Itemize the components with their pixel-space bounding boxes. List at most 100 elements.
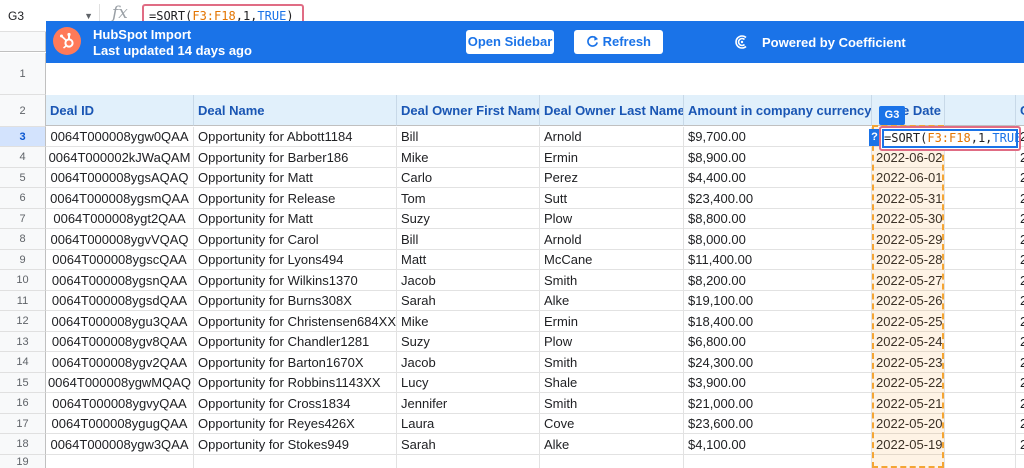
cell-d13[interactable]: Plow — [540, 332, 684, 352]
cell-e3[interactable]: $9,700.00 — [684, 127, 872, 147]
cell-e14[interactable]: $24,300.00 — [684, 352, 872, 373]
select-all-corner[interactable] — [0, 32, 46, 52]
cell-b8[interactable]: Opportunity for Carol — [194, 229, 397, 250]
cell-b5[interactable]: Opportunity for Matt — [194, 168, 397, 188]
cell-h16[interactable]: 2 — [1016, 393, 1024, 414]
cell-e6[interactable]: $23,400.00 — [684, 188, 872, 209]
cell-b7[interactable]: Opportunity for Matt — [194, 209, 397, 229]
cell-e11[interactable]: $19,100.00 — [684, 291, 872, 311]
cell-h5[interactable]: 2 — [1016, 168, 1024, 188]
cell-b3[interactable]: Opportunity for Abbott1184 — [194, 127, 397, 147]
cell-f18[interactable]: 2022-05-19 — [872, 434, 945, 455]
row-header-6[interactable]: 6 — [0, 188, 46, 209]
cell-a9[interactable]: 0064T000008ygscQAA — [46, 250, 194, 270]
cell-a8[interactable]: 0064T000008ygvVQAQ — [46, 229, 194, 250]
cell-e9[interactable]: $11,400.00 — [684, 250, 872, 270]
cell-d17[interactable]: Cove — [540, 414, 684, 434]
cell-a10[interactable]: 0064T000008ygsnQAA — [46, 270, 194, 291]
cell-d14[interactable]: Smith — [540, 352, 684, 373]
cell-a7[interactable]: 0064T000008ygt2QAA — [46, 209, 194, 229]
cell-a5[interactable]: 0064T000008ygsAQAQ — [46, 168, 194, 188]
cell-d19[interactable] — [540, 455, 684, 468]
cell-f17[interactable]: 2022-05-20 — [872, 414, 945, 434]
cell-g16[interactable] — [945, 393, 1016, 414]
cell-d12[interactable]: Ermin — [540, 311, 684, 332]
cell-g5[interactable] — [945, 168, 1016, 188]
cell-b18[interactable]: Opportunity for Stokes949 — [194, 434, 397, 455]
cell-a13[interactable]: 0064T000008ygv8QAA — [46, 332, 194, 352]
cell-e16[interactable]: $21,000.00 — [684, 393, 872, 414]
cell-c14[interactable]: Jacob — [397, 352, 540, 373]
cell-b14[interactable]: Opportunity for Barton1670X — [194, 352, 397, 373]
cell-d11[interactable]: Alke — [540, 291, 684, 311]
cell-e19[interactable] — [684, 455, 872, 468]
cell-e13[interactable]: $6,800.00 — [684, 332, 872, 352]
cell-a16[interactable]: 0064T000008ygvyQAA — [46, 393, 194, 414]
cell-g19[interactable] — [945, 455, 1016, 468]
cell-a17[interactable]: 0064T000008ygugQAA — [46, 414, 194, 434]
cell-d10[interactable]: Smith — [540, 270, 684, 291]
cell-d16[interactable]: Smith — [540, 393, 684, 414]
cell-h14[interactable]: 2 — [1016, 352, 1024, 373]
cell-a11[interactable]: 0064T000008ygsdQAA — [46, 291, 194, 311]
cell-e7[interactable]: $8,800.00 — [684, 209, 872, 229]
cell-g18[interactable] — [945, 434, 1016, 455]
cell-f14[interactable]: 2022-05-23 — [872, 352, 945, 373]
row-header-4[interactable]: 4 — [0, 147, 46, 168]
cell-h8[interactable]: 2 — [1016, 229, 1024, 250]
cell-a15[interactable]: 0064T000008ygwMQAQ — [46, 373, 194, 393]
cell-d18[interactable]: Alke — [540, 434, 684, 455]
row-header-14[interactable]: 14 — [0, 352, 46, 373]
cell-g8[interactable] — [945, 229, 1016, 250]
cell-c16[interactable]: Jennifer — [397, 393, 540, 414]
cell-a18[interactable]: 0064T000008ygw3QAA — [46, 434, 194, 455]
cell-g7[interactable] — [945, 209, 1016, 229]
cell-e15[interactable]: $3,900.00 — [684, 373, 872, 393]
row-header-16[interactable]: 16 — [0, 393, 46, 414]
cell-e12[interactable]: $18,400.00 — [684, 311, 872, 332]
cell-c18[interactable]: Sarah — [397, 434, 540, 455]
cell-g12[interactable] — [945, 311, 1016, 332]
cell-a3[interactable]: 0064T000008ygw0QAA — [46, 127, 194, 147]
cell-b13[interactable]: Opportunity for Chandler1281 — [194, 332, 397, 352]
cell-d3[interactable]: Arnold — [540, 127, 684, 147]
cell-c9[interactable]: Matt — [397, 250, 540, 270]
cell-b9[interactable]: Opportunity for Lyons494 — [194, 250, 397, 270]
cell-f15[interactable]: 2022-05-22 — [872, 373, 945, 393]
cell-g14[interactable] — [945, 352, 1016, 373]
cell-g6[interactable] — [945, 188, 1016, 209]
cell-h12[interactable]: 2 — [1016, 311, 1024, 332]
cell-c19[interactable] — [397, 455, 540, 468]
cell-h6[interactable]: 2 — [1016, 188, 1024, 209]
cell-b4[interactable]: Opportunity for Barber186 — [194, 147, 397, 168]
row-header-1[interactable]: 1 — [0, 53, 46, 95]
row-header-5[interactable]: 5 — [0, 168, 46, 188]
cell-g11[interactable] — [945, 291, 1016, 311]
cell-c5[interactable]: Carlo — [397, 168, 540, 188]
cell-h13[interactable]: 2 — [1016, 332, 1024, 352]
cell-c17[interactable]: Laura — [397, 414, 540, 434]
cell-h17[interactable]: 2 — [1016, 414, 1024, 434]
cell-a12[interactable]: 0064T000008ygu3QAA — [46, 311, 194, 332]
cell-b12[interactable]: Opportunity for Christensen684XX — [194, 311, 397, 332]
row-header-15[interactable]: 15 — [0, 373, 46, 393]
cell-d15[interactable]: Shale — [540, 373, 684, 393]
cell-c4[interactable]: Mike — [397, 147, 540, 168]
cell-b10[interactable]: Opportunity for Wilkins1370 — [194, 270, 397, 291]
row-header-8[interactable]: 8 — [0, 229, 46, 250]
cell-c7[interactable]: Suzy — [397, 209, 540, 229]
cell-g17[interactable] — [945, 414, 1016, 434]
cell-f13[interactable]: 2022-05-24 — [872, 332, 945, 352]
row-header-9[interactable]: 9 — [0, 250, 46, 270]
cell-h9[interactable]: 2 — [1016, 250, 1024, 270]
cell-e5[interactable]: $4,400.00 — [684, 168, 872, 188]
cell-d5[interactable]: Perez — [540, 168, 684, 188]
cell-e18[interactable]: $4,100.00 — [684, 434, 872, 455]
row-header-17[interactable]: 17 — [0, 414, 46, 434]
cell-e17[interactable]: $23,600.00 — [684, 414, 872, 434]
cell-g10[interactable] — [945, 270, 1016, 291]
cell-f16[interactable]: 2022-05-21 — [872, 393, 945, 414]
cell-c13[interactable]: Suzy — [397, 332, 540, 352]
row-header-12[interactable]: 12 — [0, 311, 46, 332]
cell-e4[interactable]: $8,900.00 — [684, 147, 872, 168]
